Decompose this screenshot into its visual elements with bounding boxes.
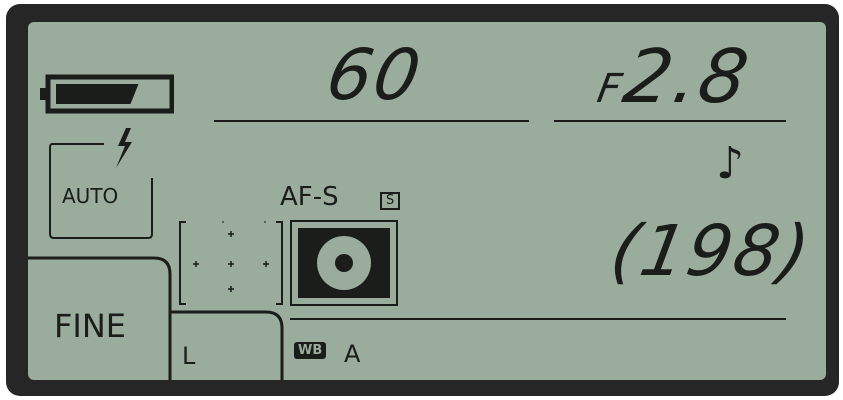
shutter-speed-value: 60 bbox=[320, 34, 429, 116]
white-balance-badge: WB bbox=[294, 342, 327, 359]
music-note-icon: ♪ bbox=[716, 138, 745, 189]
focus-single-indicator: S bbox=[380, 192, 401, 210]
shutter-underline bbox=[214, 120, 529, 122]
lightning-bolt-icon bbox=[116, 128, 132, 168]
center-weighted-metering-icon bbox=[290, 220, 398, 306]
image-quality-label: FINE bbox=[54, 307, 126, 345]
focus-mode-label: AF-S bbox=[280, 182, 339, 212]
shots-remaining-value: 198 bbox=[634, 210, 789, 292]
battery-icon bbox=[40, 74, 174, 114]
shots-remaining-display: (198) bbox=[605, 210, 818, 292]
aperture-display: F2.8 bbox=[593, 34, 756, 120]
image-size-label: L bbox=[182, 342, 196, 370]
shutter-speed-display: 60 bbox=[321, 34, 429, 116]
aperture-value: 2.8 bbox=[617, 34, 757, 120]
aperture-underline bbox=[554, 120, 786, 122]
flash-mode-label: AUTO bbox=[62, 184, 119, 208]
lcd-panel: 60 F2.8 AUTO ♪ AF-S S (198) FINE L WB A bbox=[28, 22, 826, 380]
white-balance-value: A bbox=[344, 340, 361, 368]
status-divider bbox=[290, 318, 786, 320]
